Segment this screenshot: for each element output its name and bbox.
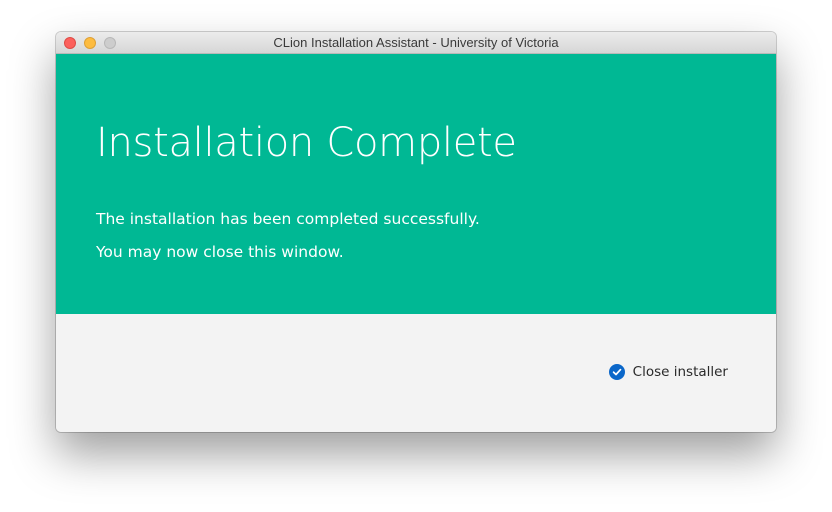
checkmark-icon: [612, 368, 622, 376]
footer-panel: Close installer: [56, 314, 776, 432]
close-window-message: You may now close this window.: [96, 243, 344, 261]
close-installer-label: Close installer: [632, 364, 728, 380]
installer-window: CLion Installation Assistant - Universit…: [56, 32, 776, 432]
window-title: CLion Installation Assistant - Universit…: [273, 35, 559, 50]
checkbox-checked-indicator[interactable]: [608, 364, 625, 380]
title-bar[interactable]: CLion Installation Assistant - Universit…: [56, 32, 776, 54]
success-message: The installation has been completed succ…: [96, 210, 480, 228]
page-title: Installation Complete: [96, 120, 517, 166]
close-installer-checkbox[interactable]: Close installer: [608, 364, 728, 380]
completion-banner: Installation Complete The installation h…: [56, 54, 776, 314]
